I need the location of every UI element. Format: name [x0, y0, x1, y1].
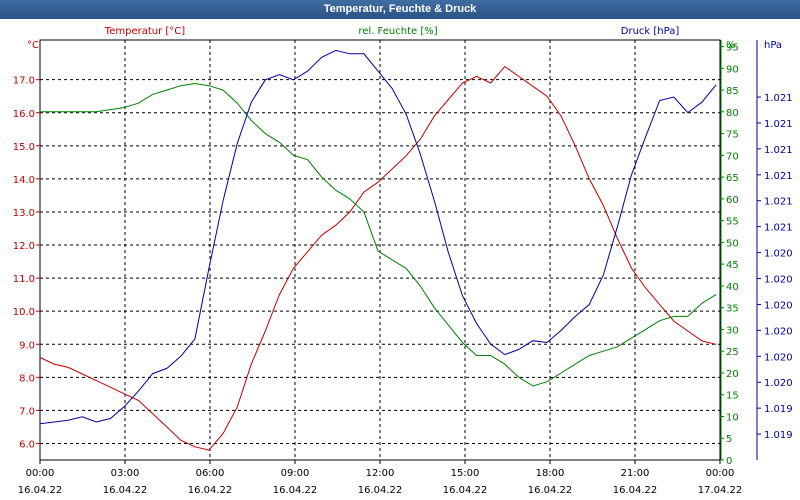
left-axis-tick-label: 6.0: [19, 439, 35, 450]
pressure-axis-tick-label: 1.019: [764, 404, 793, 415]
pressure-axis-tick-label: 1.020: [764, 300, 793, 311]
humidity-axis-tick-label: 75: [726, 130, 739, 141]
x-tick-label-time: 00:00: [26, 468, 55, 479]
humidity-axis-tick-label: 60: [726, 195, 739, 206]
humidity-axis-label: %: [726, 40, 736, 51]
humidity-axis-tick-label: 20: [726, 369, 739, 380]
x-tick-label-time: 21:00: [621, 468, 650, 479]
pressure-axis-tick-label: 1.021: [764, 223, 793, 234]
chart: 00:00 16.04.22 03:00 16.04.22 06:00 16.04.22 0…: [13, 26, 793, 496]
humidity-axis-tick-label: 15: [726, 391, 739, 402]
humidity-axis-tick-label: 50: [726, 238, 739, 249]
x-tick-label-date: 16.04.22: [103, 485, 148, 496]
x-tick-label-date: 17.04.22: [698, 485, 743, 496]
left-axis-tick-label: 14.0: [13, 175, 35, 186]
pressure-axis-tick-label: 1.021: [764, 145, 793, 156]
humidity-axis-tick-label: 80: [726, 108, 739, 119]
x-tick-label-time: 06:00: [196, 468, 225, 479]
pressure-axis-tick-label: 1.019: [764, 430, 793, 441]
left-axis-tick-label: 10.0: [13, 307, 35, 318]
left-axis-tick-label: 13.0: [13, 208, 35, 219]
x-tick-label-date: 16.04.22: [613, 485, 658, 496]
left-axis-tick-label: 11.0: [13, 274, 35, 285]
humidity-axis-tick-label: 10: [726, 412, 739, 423]
left-axis-tick-label: 7.0: [19, 406, 35, 417]
pressure-axis-label: hPa: [764, 40, 782, 51]
humidity-axis-tick-label: 90: [726, 64, 739, 75]
humidity-axis-tick-label: 45: [726, 260, 739, 271]
x-tick-label-time: 18:00: [536, 468, 565, 479]
x-tick-label-time: 12:00: [366, 468, 395, 479]
pressure-axis-tick-label: 1.021: [764, 171, 793, 182]
x-tick-label-date: 16.04.22: [273, 485, 318, 496]
x-tick-label-date: 16.04.22: [528, 485, 573, 496]
pressure-axis-tick-label: 1.020: [764, 275, 793, 286]
left-axis-label: °C: [27, 40, 39, 51]
left-axis-tick-label: 9.0: [19, 340, 35, 351]
legend-label: rel. Feuchte [%]: [358, 26, 437, 37]
humidity-axis-tick-label: 85: [726, 86, 739, 97]
humidity-axis-tick-label: 5: [726, 434, 732, 445]
pressure-axis-tick-label: 1.020: [764, 326, 793, 337]
x-tick-label-time: 15:00: [451, 468, 480, 479]
humidity-axis-tick-label: 55: [726, 217, 739, 228]
x-tick-label-time: 00:00: [706, 468, 735, 479]
x-tick-label-date: 16.04.22: [358, 485, 403, 496]
left-axis-tick-label: 16.0: [13, 109, 35, 120]
humidity-axis-tick-label: 40: [726, 282, 739, 293]
left-axis-tick-label: 17.0: [13, 76, 35, 87]
pressure-axis-tick-label: 1.021: [764, 119, 793, 130]
pressure-axis-tick-label: 1.020: [764, 249, 793, 260]
x-tick-label-time: 03:00: [111, 468, 140, 479]
x-tick-label-date: 16.04.22: [188, 485, 233, 496]
humidity-axis-tick-label: 65: [726, 173, 739, 184]
humidity-axis-tick-label: 35: [726, 304, 739, 315]
humidity-axis-tick-label: 70: [726, 151, 739, 162]
legend-label: Temperatur [°C]: [104, 26, 185, 37]
left-axis-tick-label: 8.0: [19, 373, 35, 384]
x-tick-label-time: 09:00: [281, 468, 310, 479]
humidity-axis-tick-label: 0: [726, 456, 732, 467]
legend-label: Druck [hPa]: [621, 26, 680, 37]
x-tick-label-date: 16.04.22: [443, 485, 488, 496]
humidity-axis-tick-label: 30: [726, 325, 739, 336]
pressure-axis-tick-label: 1.021: [764, 197, 793, 208]
pressure-axis-tick-label: 1.021: [764, 93, 793, 104]
left-axis-tick-label: 12.0: [13, 241, 35, 252]
x-tick-label-date: 16.04.22: [18, 485, 63, 496]
pressure-axis-tick-label: 1.020: [764, 378, 793, 389]
left-axis-tick-label: 15.0: [13, 142, 35, 153]
humidity-axis-tick-label: 25: [726, 347, 739, 358]
pressure-axis-tick-label: 1.020: [764, 352, 793, 363]
